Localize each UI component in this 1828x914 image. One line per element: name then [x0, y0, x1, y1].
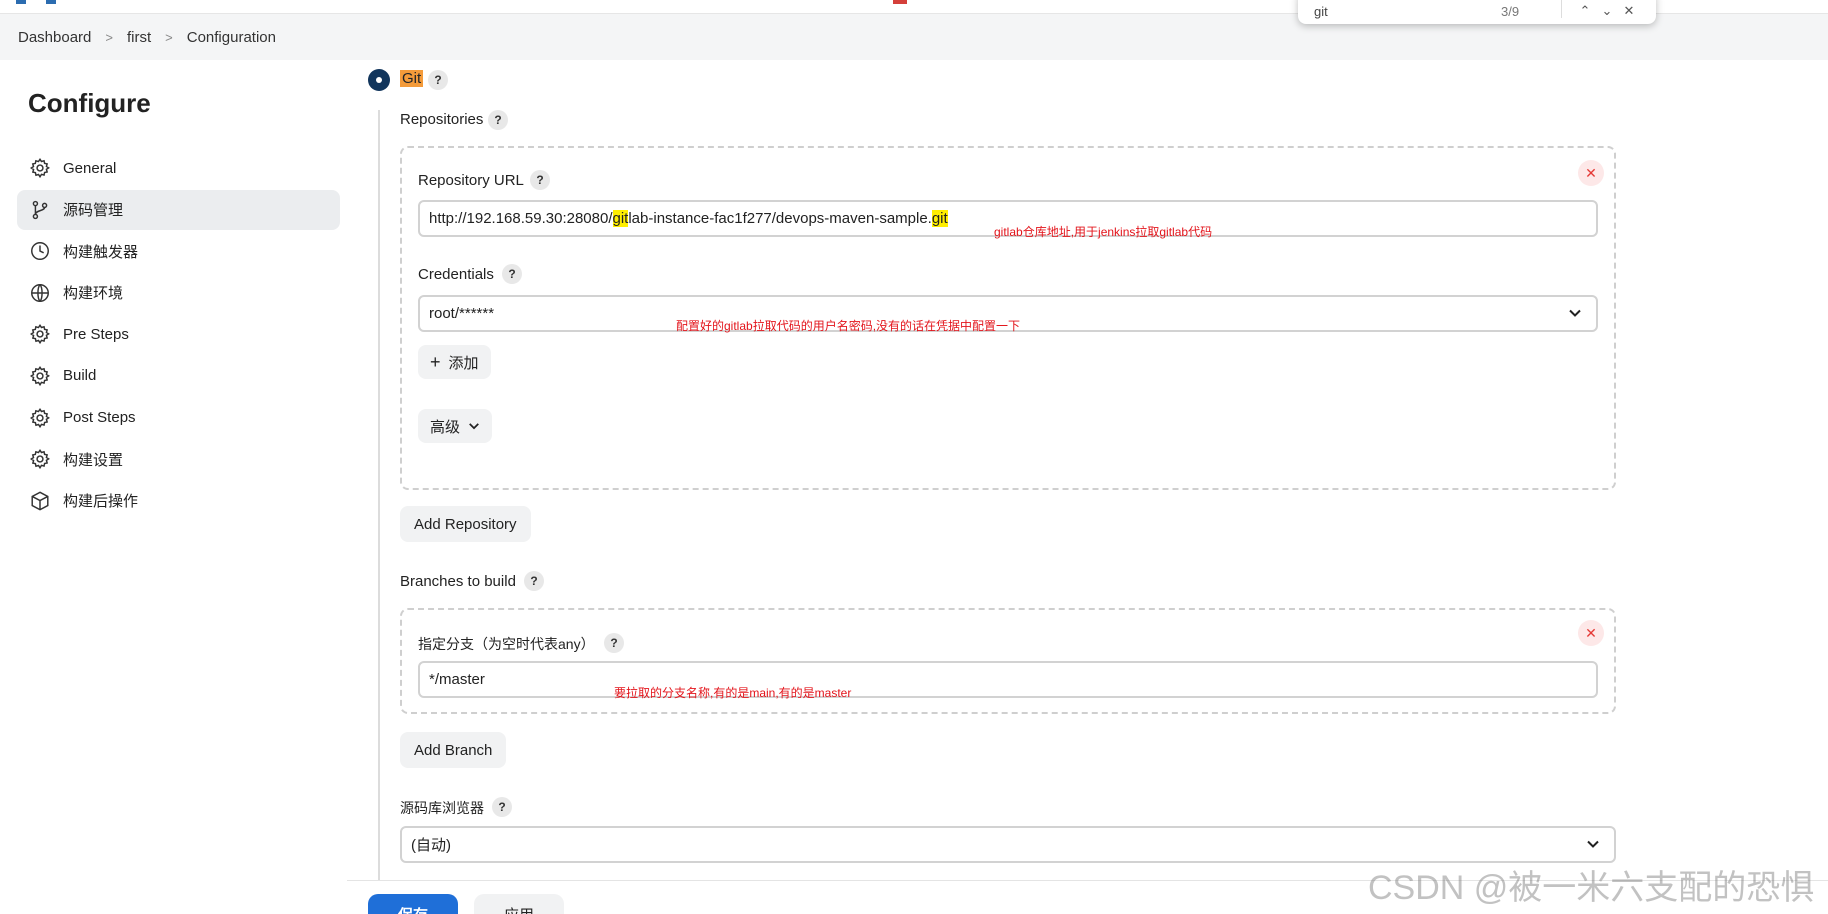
sidebar-item-general[interactable]: General — [17, 148, 340, 188]
branch-spec-label: 指定分支（为空时代表any） — [418, 636, 595, 652]
repository-browser-select[interactable]: (自动) — [400, 826, 1616, 863]
sidebar-item-label: 构建环境 — [63, 285, 124, 303]
breadcrumb-first[interactable]: first — [127, 29, 151, 46]
sidebar-item-label: 构建后操作 — [63, 493, 139, 511]
sidebar-item-post-build[interactable]: 构建后操作 — [17, 481, 340, 521]
gear-icon — [29, 407, 50, 428]
branch-spec-input[interactable]: */master — [418, 661, 1598, 698]
git-radio[interactable] — [368, 69, 390, 91]
sidebar-item-build-settings[interactable]: 构建设置 — [17, 439, 340, 479]
plus-icon: + — [430, 352, 441, 372]
breadcrumb-configuration: Configuration — [186, 28, 276, 46]
sidebar-item-post-steps[interactable]: Post Steps — [17, 398, 340, 438]
remove-branch-button[interactable]: ✕ — [1578, 620, 1604, 646]
help-icon[interactable]: ? — [428, 70, 448, 90]
chevron-right-icon: > — [165, 29, 173, 45]
help-icon[interactable]: ? — [488, 110, 508, 130]
repo-url-label: Repository URL — [418, 172, 524, 189]
sidebar-item-label: Pre Steps — [63, 325, 129, 343]
branch-box: ✕ 指定分支（为空时代表any） ? */master 要拉取的分支名称,有的是… — [400, 608, 1616, 714]
repo-url-seg: git — [931, 210, 948, 227]
repo-url-seg: http://192.168.59.30:28080/ — [429, 210, 613, 227]
help-icon[interactable]: ? — [502, 264, 522, 284]
tab-mark — [46, 0, 56, 4]
add-branch-button[interactable]: Add Branch — [400, 732, 507, 768]
git-option-label: Git — [400, 70, 424, 87]
sidebar-item-label: 构建触发器 — [63, 243, 139, 261]
add-branch-label: Add Branch — [414, 741, 493, 759]
sidebar-item-label: 构建设置 — [63, 451, 124, 469]
section-rail — [378, 110, 380, 914]
sidebar-item-environment[interactable]: 构建环境 — [17, 273, 340, 313]
chevron-right-icon: > — [105, 29, 113, 45]
find-bar: git 3/9 ⌃ ⌄ ✕ — [1298, 0, 1656, 24]
browser-label: 源码库浏览器 — [400, 800, 484, 816]
find-input[interactable]: git — [1314, 0, 1501, 19]
chevron-down-icon — [469, 423, 479, 430]
repo-url-annotation: gitlab仓库地址,用于jenkins拉取gitlab代码 — [994, 225, 1213, 239]
chevron-down-icon — [1568, 306, 1582, 320]
find-count: 3/9 — [1501, 3, 1520, 19]
add-credentials-label: 添加 — [448, 354, 479, 372]
chevron-down-icon[interactable]: ⌄ — [1596, 0, 1618, 19]
tab-mark — [16, 0, 26, 4]
gear-icon — [29, 449, 50, 470]
chevron-down-icon — [1586, 837, 1600, 851]
remove-repository-button[interactable]: ✕ — [1578, 160, 1604, 186]
sidebar-item-pre-steps[interactable]: Pre Steps — [17, 314, 340, 354]
help-icon[interactable]: ? — [524, 571, 544, 591]
cube-icon — [31, 491, 49, 511]
branches-label: Branches to build — [400, 573, 516, 590]
credentials-label: Credentials — [418, 266, 494, 283]
repository-box: ✕ Repository URL ? http://192.168.59.30:… — [400, 146, 1616, 490]
branch-annotation: 要拉取的分支名称,有的是main,有的是master — [614, 686, 852, 700]
gear-icon — [29, 365, 50, 387]
chevron-up-icon[interactable]: ⌃ — [1574, 0, 1596, 19]
credentials-value: root/****** — [429, 305, 495, 322]
divider — [1561, 0, 1562, 18]
advanced-label: 高级 — [430, 418, 461, 436]
repositories-label: Repositories — [400, 111, 484, 128]
advanced-button[interactable]: 高级 — [418, 409, 493, 443]
save-button[interactable]: 保存 — [368, 894, 458, 914]
watermark: CSDN @被一米六支配的恐惧 — [1368, 869, 1815, 907]
help-icon[interactable]: ? — [604, 633, 624, 653]
globe-icon — [31, 283, 49, 302]
branch-icon — [32, 200, 48, 219]
repository-browser-value: (自动) — [411, 837, 451, 854]
apply-button[interactable]: 应用 — [474, 894, 564, 914]
repo-url-seg: git — [612, 210, 629, 227]
sidebar-item-triggers[interactable]: 构建触发器 — [17, 231, 340, 271]
gear-icon — [29, 324, 50, 345]
sidebar-item-label: Post Steps — [63, 409, 136, 427]
branch-spec-value: */master — [429, 671, 485, 688]
help-icon[interactable]: ? — [530, 170, 550, 190]
tab-mark — [893, 0, 907, 4]
sidebar-item-label: 源码管理 — [63, 202, 124, 220]
breadcrumb-dashboard[interactable]: Dashboard — [18, 29, 91, 46]
clock-icon — [31, 242, 49, 261]
repo-url-seg: lab-instance-fac1f277/devops-maven-sampl… — [628, 210, 932, 227]
add-credentials-button[interactable]: + 添加 — [418, 345, 491, 379]
gear-icon — [29, 157, 50, 179]
sidebar-item-label: General — [63, 159, 117, 177]
sidebar-item-scm[interactable]: 源码管理 — [17, 189, 340, 230]
help-icon[interactable]: ? — [492, 797, 512, 817]
page-title: Configure — [28, 88, 151, 118]
sidebar-item-label: Build — [63, 367, 97, 385]
add-repository-button[interactable]: Add Repository — [400, 506, 531, 542]
credentials-annotation: 配置好的gitlab拉取代码的用户名密码,没有的话在凭据中配置一下 — [676, 319, 1021, 333]
main-content: Git ? Repositories ? ✕ Repository URL ? … — [340, 60, 1828, 914]
sidebar-nav: General 源码管理 构建触发器 构建环境 Pre Steps Build … — [17, 148, 340, 522]
sidebar-item-build[interactable]: Build — [17, 356, 340, 396]
add-repository-label: Add Repository — [414, 515, 517, 533]
close-icon[interactable]: ✕ — [1618, 0, 1640, 19]
